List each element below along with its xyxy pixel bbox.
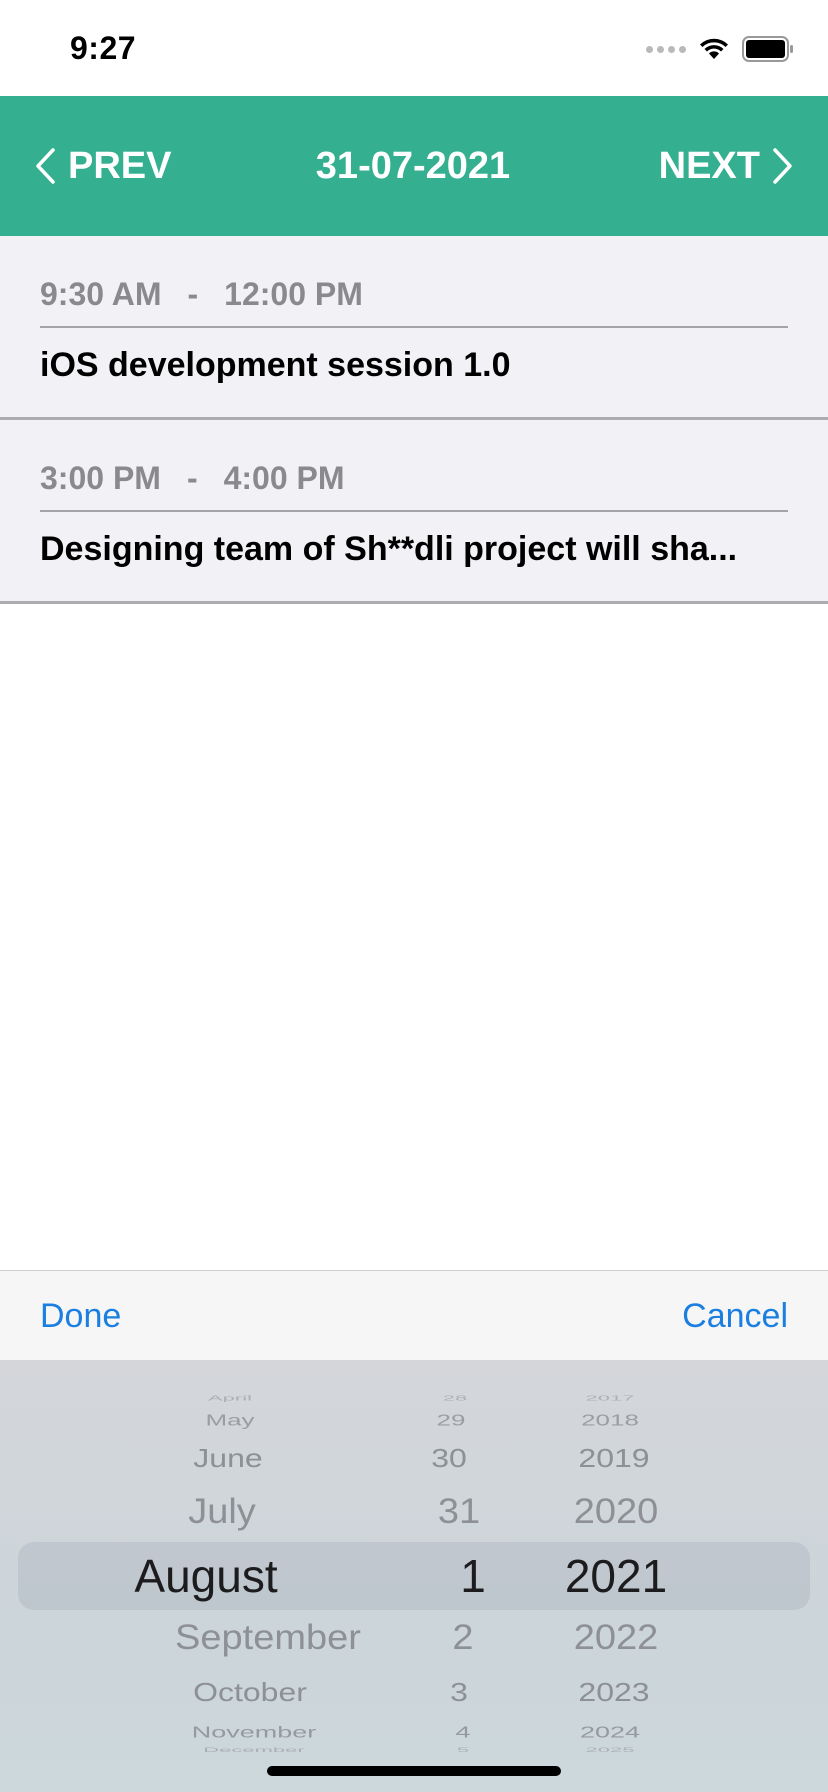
year-option[interactable]: 2017 bbox=[520, 1394, 700, 1402]
status-icons bbox=[646, 34, 794, 64]
event-divider bbox=[40, 510, 788, 512]
status-bar: 9:27 bbox=[0, 0, 828, 96]
event-divider bbox=[40, 326, 788, 328]
day-option[interactable]: 28 bbox=[390, 1394, 520, 1402]
day-wheel[interactable]: 28 29 30 31 1 2 3 4 5 bbox=[390, 1360, 520, 1792]
date-picker[interactable]: April May June July August September October No… bbox=[0, 1360, 828, 1792]
year-option[interactable]: 2020 bbox=[526, 1494, 706, 1529]
cancel-button[interactable]: Cancel bbox=[682, 1271, 788, 1361]
month-option[interactable]: April bbox=[80, 1394, 380, 1402]
month-option[interactable]: June bbox=[78, 1445, 378, 1471]
current-date-label: 31-07-2021 bbox=[315, 144, 511, 187]
month-wheel[interactable]: April May June July August September October No… bbox=[90, 1360, 390, 1792]
next-button[interactable]: NEXT bbox=[659, 96, 794, 236]
event-list: 9:30 AM - 12:00 PM iOS development sessi… bbox=[0, 236, 828, 604]
done-button[interactable]: Done bbox=[40, 1271, 121, 1361]
year-option[interactable]: 2024 bbox=[520, 1724, 700, 1740]
day-option[interactable]: 5 bbox=[398, 1747, 528, 1754]
event-title: Designing team of Sh**dli project will s… bbox=[40, 530, 738, 568]
chevron-right-icon bbox=[773, 148, 792, 184]
month-option[interactable]: September bbox=[118, 1620, 418, 1655]
year-option[interactable]: 2025 bbox=[520, 1747, 700, 1754]
prev-button[interactable]: PREV bbox=[34, 96, 171, 236]
prev-label: PREV bbox=[68, 144, 172, 187]
battery-icon bbox=[742, 36, 794, 62]
next-label: NEXT bbox=[658, 144, 760, 187]
month-option[interactable]: August bbox=[56, 1553, 356, 1599]
day-option[interactable]: 30 bbox=[384, 1445, 514, 1471]
year-option[interactable]: 2021 bbox=[526, 1553, 706, 1599]
day-option[interactable]: 3 bbox=[394, 1679, 524, 1705]
year-option[interactable]: 2019 bbox=[524, 1445, 704, 1471]
wifi-icon bbox=[698, 37, 730, 61]
month-option[interactable]: November bbox=[104, 1724, 404, 1740]
event-time-range: 9:30 AM - 12:00 PM bbox=[40, 276, 363, 313]
event-time-separator: - bbox=[186, 460, 198, 496]
month-option[interactable]: May bbox=[80, 1412, 380, 1428]
event-row[interactable]: 9:30 AM - 12:00 PM iOS development sessi… bbox=[0, 236, 828, 420]
event-time-separator: - bbox=[187, 276, 199, 312]
event-title: iOS development session 1.0 bbox=[40, 346, 511, 384]
day-option[interactable]: 31 bbox=[394, 1494, 524, 1529]
day-option[interactable]: 2 bbox=[398, 1620, 528, 1655]
picker-toolbar: Done Cancel bbox=[0, 1270, 828, 1360]
year-wheel[interactable]: 2017 2018 2019 2020 2021 2022 2023 2024 2025 bbox=[520, 1360, 700, 1792]
year-option[interactable]: 2022 bbox=[526, 1620, 706, 1655]
year-option[interactable]: 2023 bbox=[524, 1679, 704, 1705]
status-time: 9:27 bbox=[70, 30, 137, 66]
event-row[interactable]: 3:00 PM - 4:00 PM Designing team of Sh**… bbox=[0, 420, 828, 604]
event-start-time: 9:30 AM bbox=[40, 276, 162, 312]
year-option[interactable]: 2018 bbox=[520, 1412, 700, 1428]
home-indicator bbox=[267, 1766, 561, 1776]
day-option[interactable]: 4 bbox=[398, 1724, 528, 1740]
month-option[interactable]: December bbox=[104, 1747, 404, 1754]
day-option[interactable]: 29 bbox=[386, 1412, 516, 1428]
month-option[interactable]: October bbox=[100, 1679, 400, 1705]
event-time-range: 3:00 PM - 4:00 PM bbox=[40, 460, 345, 497]
month-option[interactable]: July bbox=[72, 1494, 372, 1529]
chevron-left-icon bbox=[36, 148, 55, 184]
cellular-signal-icon bbox=[646, 45, 686, 53]
day-option[interactable]: 1 bbox=[408, 1553, 538, 1599]
event-end-time: 4:00 PM bbox=[223, 460, 345, 496]
event-end-time: 12:00 PM bbox=[224, 276, 363, 312]
event-start-time: 3:00 PM bbox=[40, 460, 161, 496]
date-navigation-header: PREV 31-07-2021 NEXT bbox=[0, 96, 828, 236]
